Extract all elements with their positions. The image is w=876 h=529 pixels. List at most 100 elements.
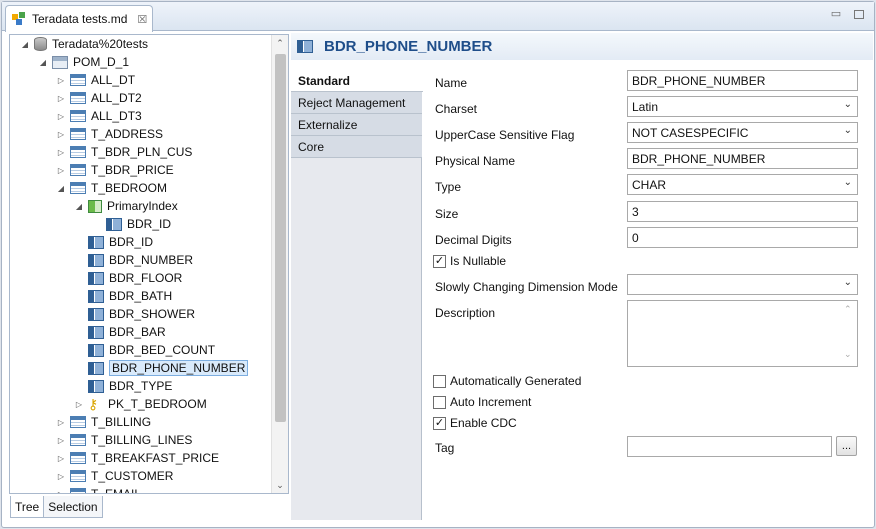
table-icon [70,128,86,140]
collapsed-triangle-icon[interactable]: ▷ [56,490,66,494]
collapsed-triangle-icon[interactable]: ▷ [56,454,66,463]
autogen-checkbox-row[interactable]: Automatically Generated [433,374,581,388]
collapsed-triangle-icon[interactable]: ▷ [56,130,66,139]
tree-node[interactable]: BDR_FLOOR [74,269,182,287]
column-icon [88,271,104,285]
tree-node-label: T_BDR_PLN_CUS [91,145,193,159]
collapsed-triangle-icon[interactable]: ▷ [56,148,66,157]
tree-node[interactable]: ▷ ⚷ PK_T_BEDROOM [74,395,207,413]
tree-node[interactable]: ▷ T_ADDRESS [56,125,163,143]
tree-node[interactable]: ▷ T_BILLING [56,413,151,431]
table-icon [70,146,86,158]
collapsed-triangle-icon[interactable]: ▷ [56,166,66,175]
editor-tab-teradata-tests[interactable]: Teradata tests.md ☒ [5,5,153,32]
collapsed-triangle-icon[interactable]: ▷ [56,472,66,481]
scd-mode-select[interactable]: ⌄ [627,274,858,295]
decimal-digits-field[interactable]: 0 [627,227,858,248]
tree-node-label: BDR_ID [127,217,172,231]
tab-selection[interactable]: Selection [44,496,103,518]
tab-tree[interactable]: Tree [10,496,45,518]
tag-browse-button[interactable]: ... [836,436,857,456]
tree-node[interactable]: BDR_ID [92,215,171,233]
tree-node[interactable]: BDR_BAR [74,323,166,341]
maximize-icon[interactable] [854,10,864,19]
tree-scrollbar[interactable]: ⌃ ⌄ [271,35,288,493]
tree-node-label: BDR_NUMBER [109,253,194,267]
chevron-down-icon: ⌄ [843,177,852,188]
expanded-triangle-icon[interactable]: ◢ [38,58,48,67]
tree-node[interactable]: BDR_TYPE [74,377,172,395]
tree-node[interactable]: ▷ T_BDR_PLN_CUS [56,143,192,161]
tree-node[interactable]: ◢ POM_D_1 [38,53,129,71]
nullable-checkbox[interactable]: ✓ [433,254,446,268]
model-tree: ◢ Teradata%20tests ◢ POM_D_1 ▷ ALL_DT ▷ ALL_DT2… [9,34,289,494]
collapsed-triangle-icon[interactable]: ▷ [74,400,84,409]
tree-node[interactable]: BDR_BED_COUNT [74,341,215,359]
tree-node[interactable]: ▷ T_BILLING_LINES [56,431,192,449]
tree-node[interactable]: ▷ ALL_DT [56,71,135,89]
cdc-checkbox-row[interactable]: ✓ Enable CDC [433,416,517,430]
tree-node-label: BDR_ID [109,235,154,249]
tree-node-label: PrimaryIndex [107,199,178,213]
tree-node[interactable]: ▷ T_BDR_PRICE [56,161,174,179]
uppercase-flag-value: NOT CASESPECIFIC [632,125,749,140]
scroll-up-icon[interactable]: ⌃ [844,304,852,315]
expanded-triangle-icon[interactable]: ◢ [74,202,84,211]
column-icon [88,325,104,339]
description-textarea[interactable]: ⌃ ⌄ [627,300,858,367]
close-icon[interactable]: ☒ [137,13,147,26]
type-select[interactable]: CHAR ⌄ [627,174,858,195]
charset-select[interactable]: Latin ⌄ [627,96,858,117]
properties-header: BDR_PHONE_NUMBER [291,33,873,60]
size-field[interactable]: 3 [627,201,858,222]
tree-node-label: T_ADDRESS [91,127,164,141]
tree-node[interactable]: ▷ ALL_DT3 [56,107,142,125]
tree-node[interactable]: ◢ T_BEDROOM [56,179,167,197]
tree-node[interactable]: ▷ T_BREAKFAST_PRICE [56,449,219,467]
collapsed-triangle-icon[interactable]: ▷ [56,418,66,427]
scroll-down-icon[interactable]: ⌄ [844,349,852,360]
table-icon [70,488,86,493]
tag-field[interactable] [627,436,832,457]
tree-node[interactable]: ▷ ALL_DT2 [56,89,142,107]
expanded-triangle-icon[interactable]: ◢ [20,40,30,49]
physical-name-field[interactable]: BDR_PHONE_NUMBER [627,148,858,169]
cdc-label: Enable CDC [450,416,517,430]
scroll-up-icon[interactable]: ⌃ [272,35,288,51]
autogen-label: Automatically Generated [450,374,582,388]
scrollbar-thumb[interactable] [275,54,286,422]
tree-node-label: T_BILLING_LINES [91,433,193,447]
cdc-checkbox[interactable]: ✓ [433,416,446,430]
tree-node[interactable]: BDR_SHOWER [74,305,195,323]
tab-reject-management[interactable]: Reject Management [291,92,422,114]
name-field[interactable]: BDR_PHONE_NUMBER [627,70,858,91]
autoinc-checkbox[interactable] [433,395,446,409]
collapsed-triangle-icon[interactable]: ▷ [56,112,66,121]
tree-node[interactable]: ◢ PrimaryIndex [74,197,178,215]
collapsed-triangle-icon[interactable]: ▷ [56,76,66,85]
scroll-down-icon[interactable]: ⌄ [272,477,288,493]
tree-node[interactable]: BDR_PHONE_NUMBER [74,359,249,377]
tab-core[interactable]: Core [291,136,422,158]
tab-externalize[interactable]: Externalize [291,114,422,136]
tree-node[interactable]: ▷ T_CUSTOMER [56,467,174,485]
autoinc-checkbox-row[interactable]: Auto Increment [433,395,531,409]
expanded-triangle-icon[interactable]: ◢ [56,184,66,193]
tree-node[interactable]: ◢ Teradata%20tests [20,35,148,53]
minimize-icon[interactable]: ▭ [830,7,842,20]
tree-node[interactable]: BDR_BATH [74,287,172,305]
tree-node-label: T_EMAIL [91,487,142,494]
collapsed-triangle-icon[interactable]: ▷ [56,94,66,103]
editor-tab-bar: Teradata tests.md ☒ ▭ [2,2,874,32]
description-scrollbar[interactable]: ⌃ ⌄ [840,301,857,366]
autogen-checkbox[interactable] [433,374,446,388]
uppercase-flag-select[interactable]: NOT CASESPECIFIC ⌄ [627,122,858,143]
column-icon [297,40,313,53]
nullable-checkbox-row[interactable]: ✓ Is Nullable [433,254,506,268]
decimal-digits-label: Decimal Digits [435,233,512,247]
tree-node[interactable]: BDR_ID [74,233,153,251]
tree-node[interactable]: BDR_NUMBER [74,251,193,269]
tab-standard[interactable]: Standard [291,70,423,92]
collapsed-triangle-icon[interactable]: ▷ [56,436,66,445]
tree-node[interactable]: ▷ T_EMAIL [56,485,142,494]
